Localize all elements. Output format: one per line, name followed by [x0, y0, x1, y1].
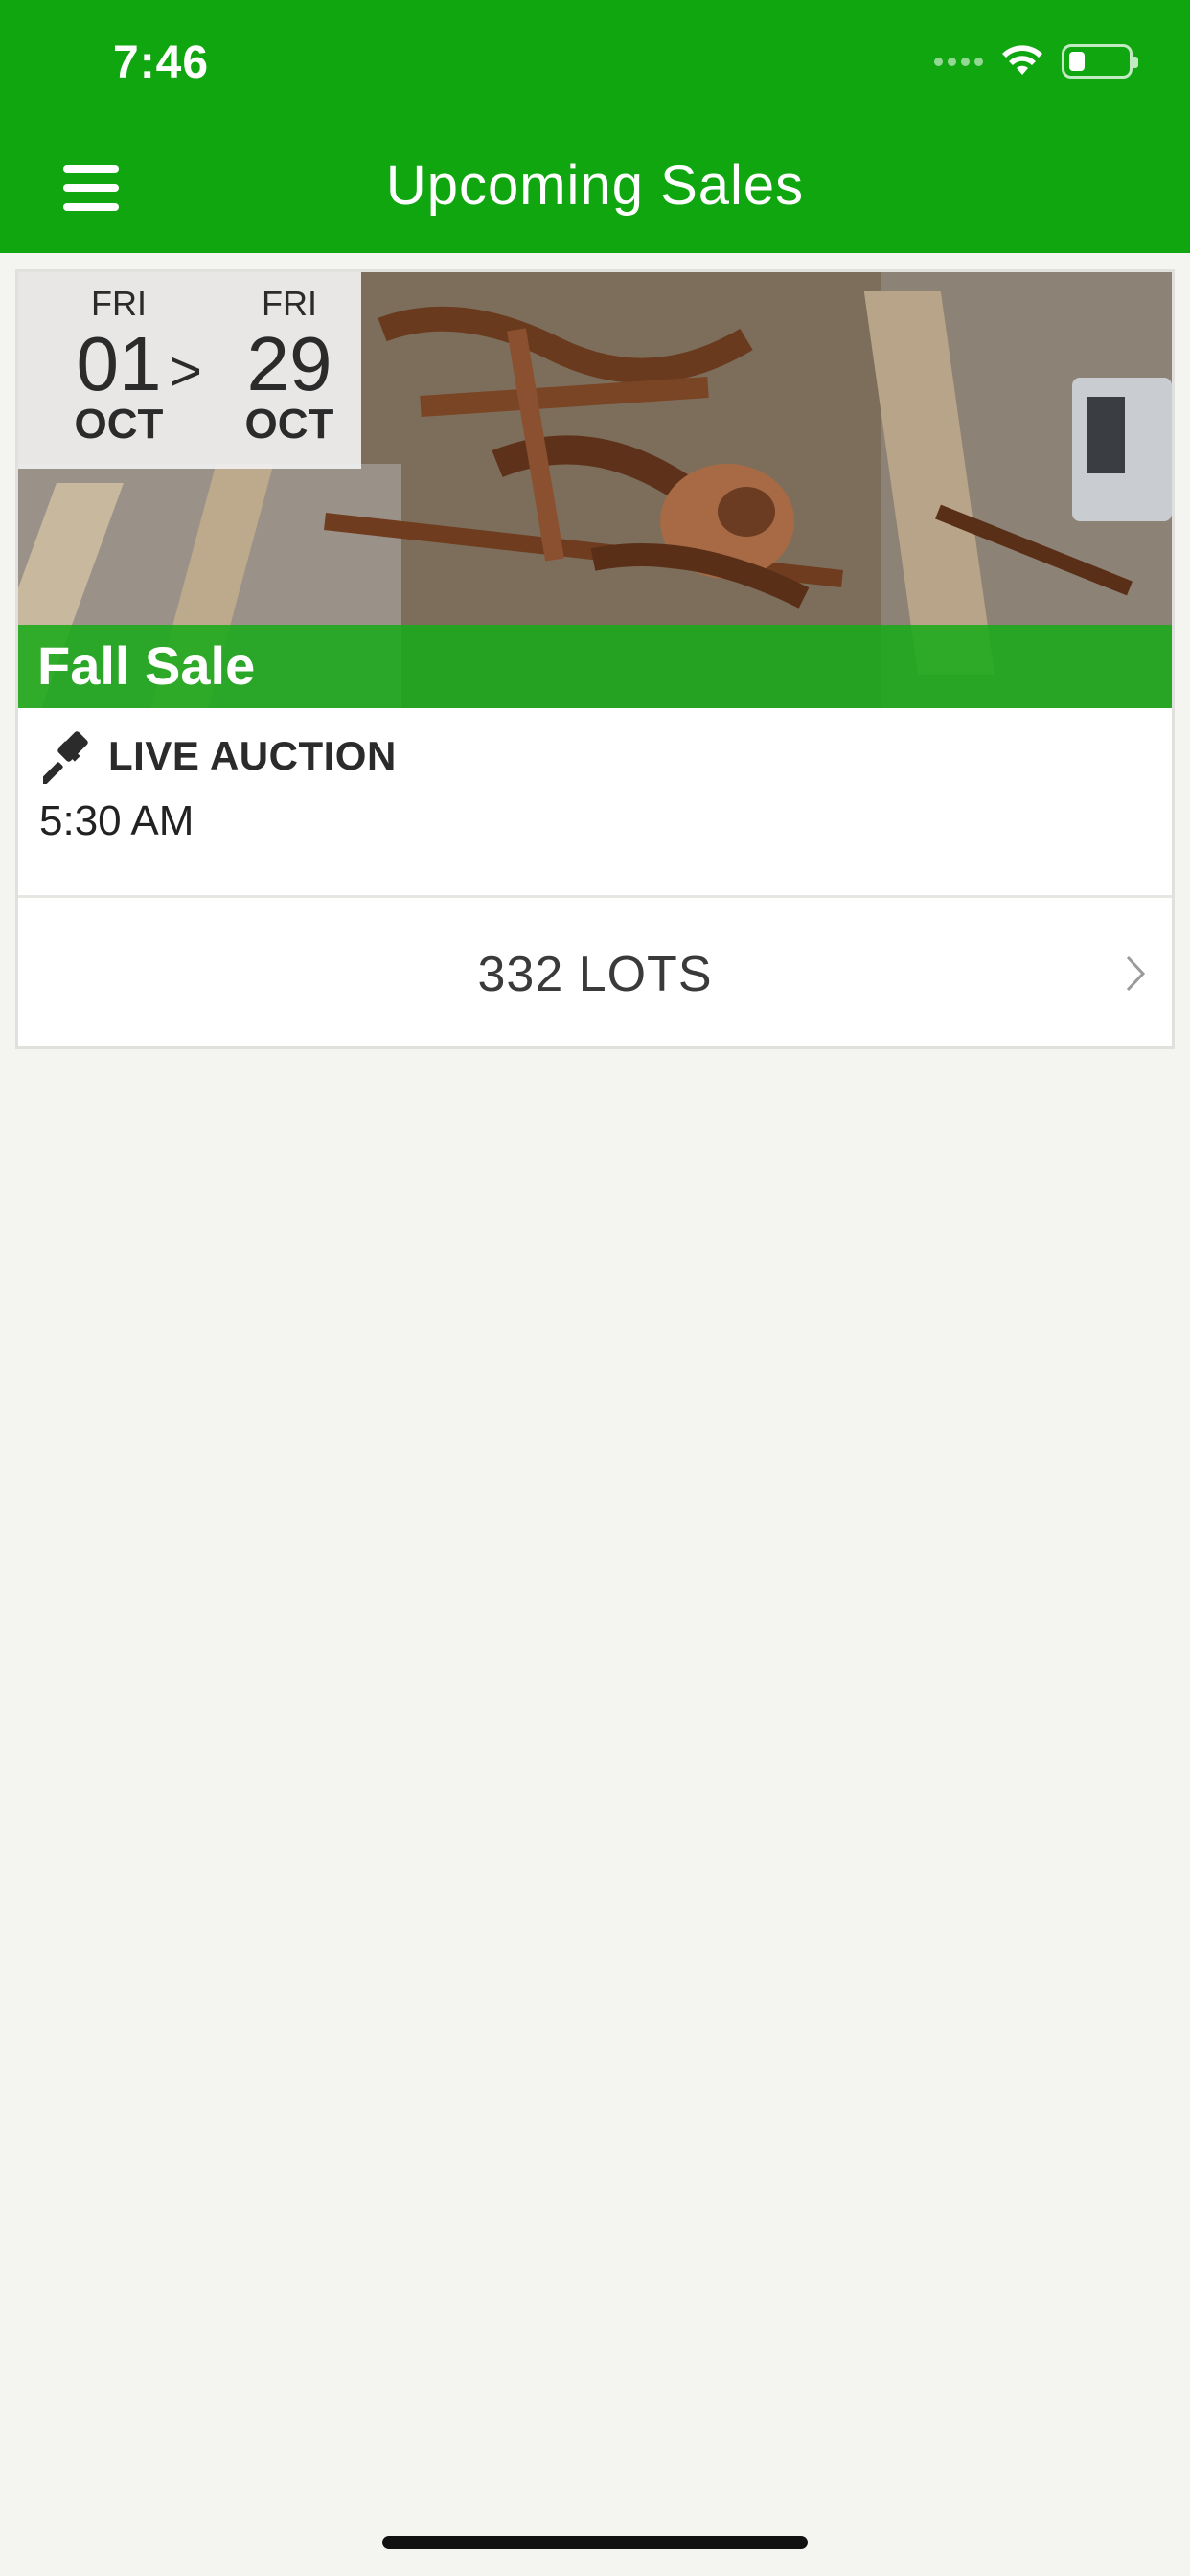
status-time: 7:46 — [113, 37, 210, 88]
sale-time: 5:30 AM — [39, 797, 195, 844]
chevron-right-icon — [1126, 955, 1146, 992]
start-weekday: FRI — [91, 284, 147, 323]
lots-button[interactable]: 332 LOTS — [18, 898, 1172, 1046]
battery-icon — [1062, 44, 1138, 79]
sale-image[interactable]: FRI 01 OCT > FRI 29 OCT Fall Sale — [18, 272, 1172, 708]
sale-card[interactable]: FRI 01 OCT > FRI 29 OCT Fall Sale LIVE A… — [15, 269, 1175, 1049]
wifi-icon — [1002, 45, 1042, 75]
end-date: FRI 29 OCT — [217, 284, 361, 448]
home-indicator[interactable] — [382, 2536, 808, 2549]
page-title: Upcoming Sales — [385, 154, 805, 217]
end-month: OCT — [244, 401, 334, 448]
date-range-arrow: > — [170, 340, 202, 402]
signal-icon — [934, 57, 983, 66]
sale-title-bar: Fall Sale — [18, 625, 1172, 708]
date-range: FRI 01 OCT > FRI 29 OCT — [18, 272, 361, 469]
gavel-icon — [43, 731, 88, 784]
auction-type-row: LIVE AUCTION — [43, 728, 397, 784]
end-weekday: FRI — [262, 284, 317, 323]
sale-title: Fall Sale — [37, 635, 256, 696]
end-day: 29 — [246, 321, 332, 406]
app-header: 7:46 Upcoming Sales — [0, 0, 1190, 253]
status-icons — [934, 44, 1138, 79]
auction-type-label: LIVE AUCTION — [108, 733, 397, 778]
start-month: OCT — [74, 401, 164, 448]
lots-count-label: 332 LOTS — [477, 947, 713, 1002]
